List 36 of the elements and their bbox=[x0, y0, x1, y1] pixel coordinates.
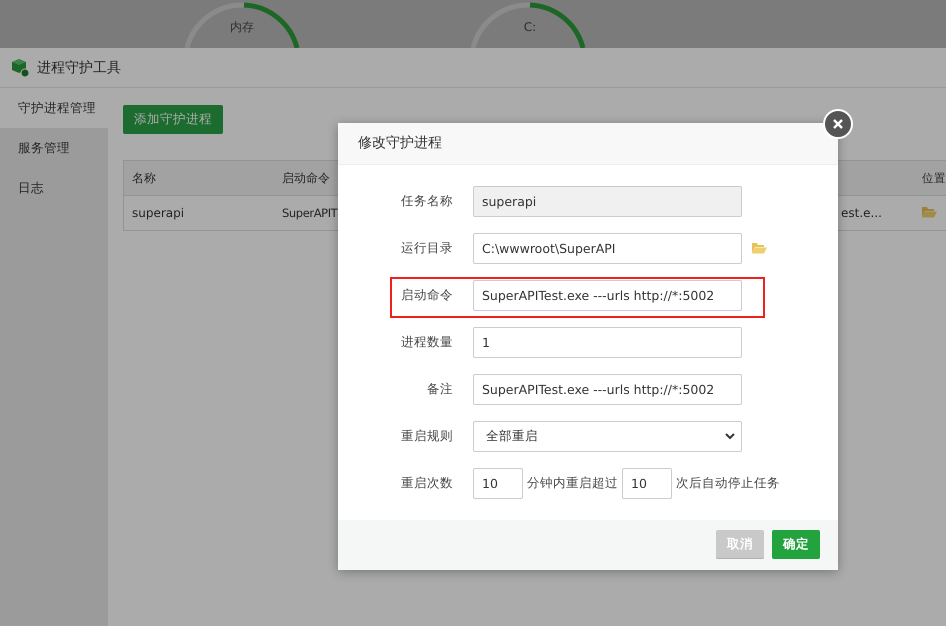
field-label: 任务名称 bbox=[400, 192, 453, 210]
input-field[interactable]: SuperAPITest.exe ---urls http://*:5002 bbox=[473, 374, 742, 405]
gauge-label: 内存 bbox=[229, 19, 255, 35]
chevron-down-icon bbox=[725, 432, 735, 440]
sidebar-item[interactable]: 守护进程管理 bbox=[0, 88, 108, 128]
sidebar-item[interactable]: 日志 bbox=[0, 168, 108, 208]
sidebar-item[interactable]: 服务管理 bbox=[0, 128, 108, 168]
table-cell: SuperAPIT bbox=[282, 206, 338, 220]
close-icon bbox=[832, 118, 844, 130]
folder-icon[interactable] bbox=[752, 242, 767, 254]
column-header: 启动命令 bbox=[281, 170, 331, 186]
cube-icon bbox=[10, 58, 30, 78]
input-field[interactable]: 1 bbox=[473, 326, 742, 358]
column-header: 名称 bbox=[131, 170, 157, 186]
dialog-title: 修改守护进程 bbox=[358, 134, 442, 152]
field-text: 次后自动停止任务 bbox=[675, 474, 781, 492]
field-label: 备注 bbox=[426, 380, 453, 398]
field-label: 进程数量 bbox=[400, 334, 453, 351]
close-button[interactable] bbox=[823, 109, 853, 139]
input-field[interactable]: C:\wwwroot\SuperAPI bbox=[473, 232, 742, 264]
column-header: 位置 bbox=[921, 170, 946, 186]
field-label: 运行目录 bbox=[400, 240, 453, 257]
field-label: 重启规则 bbox=[400, 428, 453, 445]
field-label: 启动命令 bbox=[400, 286, 453, 304]
table-cell: superapi bbox=[132, 206, 184, 220]
gauge-label: C: bbox=[522, 19, 538, 35]
input-field[interactable]: SuperAPITest.exe ---urls http://*:5002 bbox=[473, 280, 742, 311]
input-field[interactable]: 10 bbox=[473, 468, 523, 499]
app-title: 进程守护工具 bbox=[37, 58, 121, 76]
select-value: 全部重启 bbox=[486, 428, 538, 445]
input-field[interactable]: 10 bbox=[622, 468, 672, 499]
field-label: 重启次数 bbox=[400, 474, 453, 492]
table-cell: est.e... bbox=[841, 206, 882, 220]
field-text: 分钟内重启超过 bbox=[526, 474, 619, 492]
folder-icon[interactable] bbox=[922, 206, 937, 218]
select-field[interactable]: 全部重启 bbox=[473, 420, 742, 452]
